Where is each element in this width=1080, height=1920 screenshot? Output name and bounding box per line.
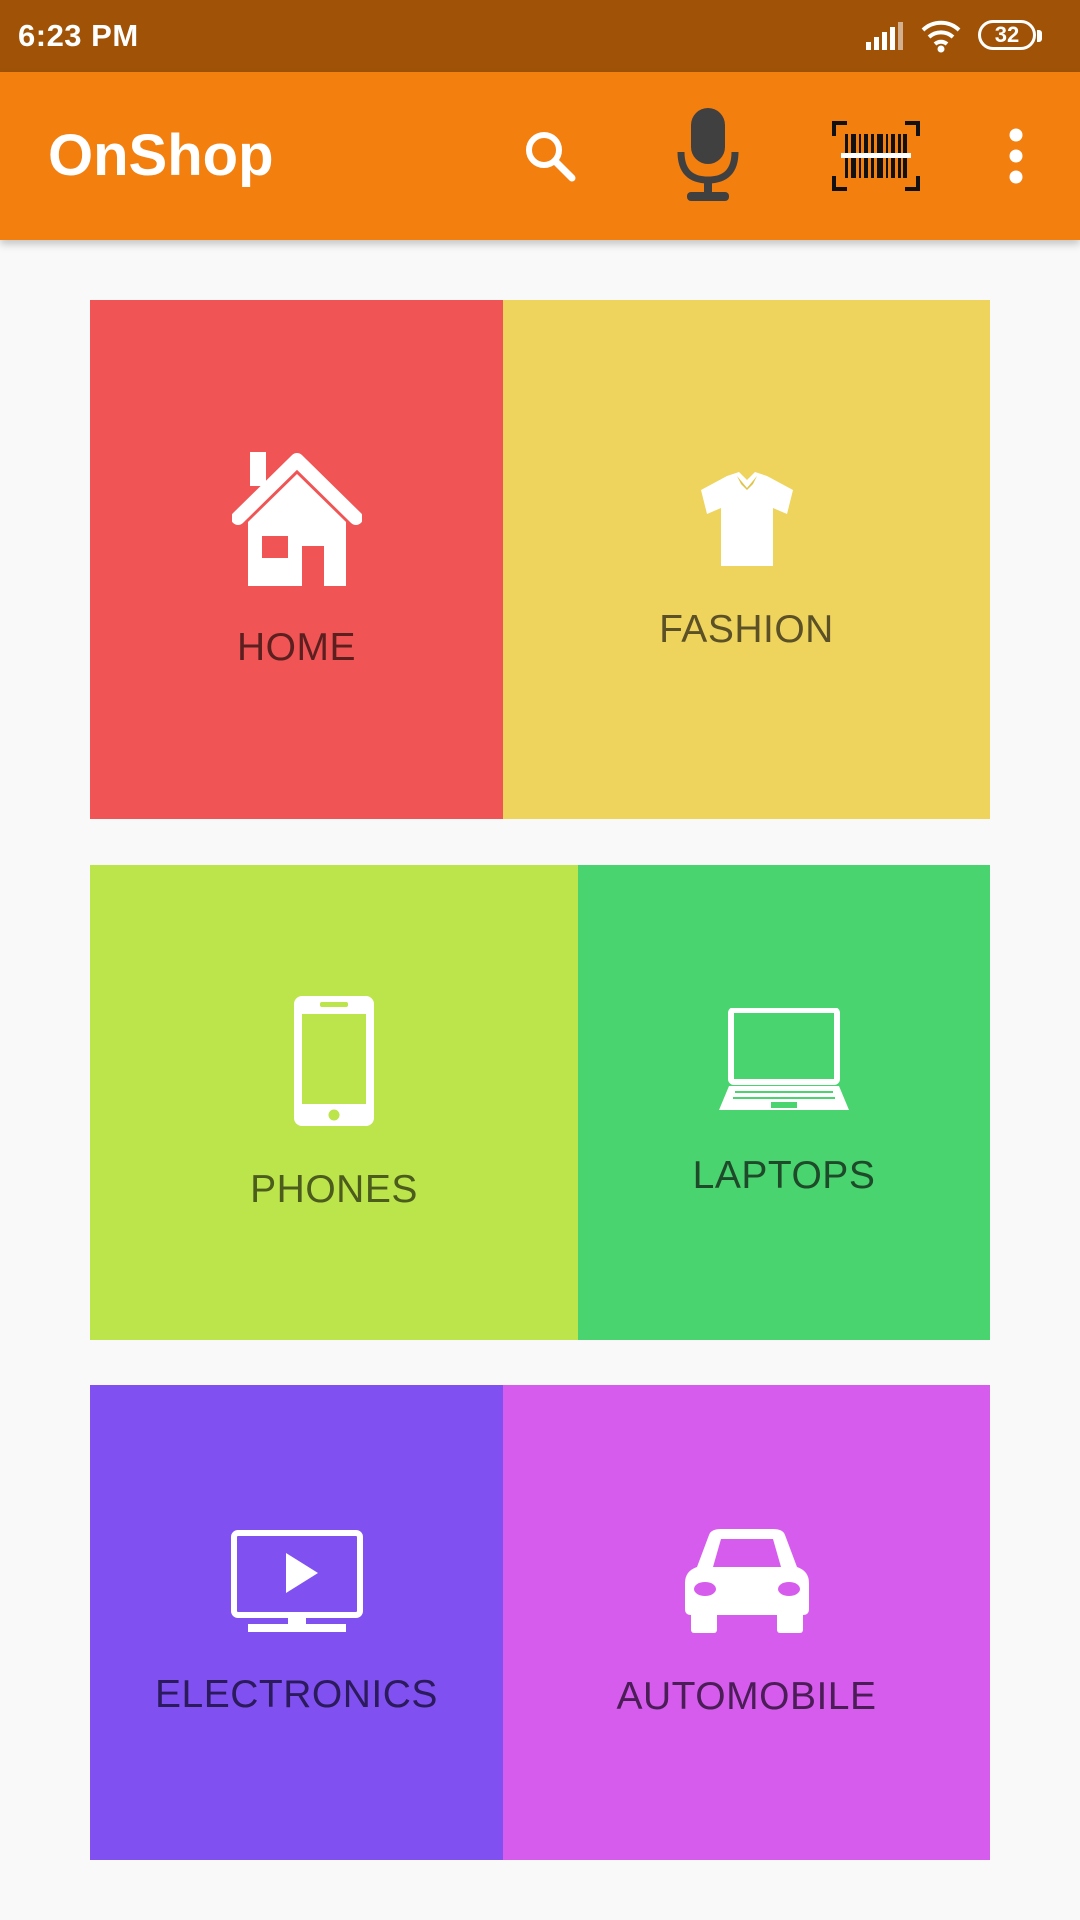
microphone-icon (677, 108, 739, 201)
smartphone-icon (294, 995, 374, 1126)
more-options-button[interactable] (986, 72, 1046, 240)
car-icon (684, 1528, 809, 1633)
tv-play-icon (230, 1529, 363, 1632)
barcode-scanner-icon (832, 121, 920, 191)
shirt-icon (700, 471, 793, 566)
category-tile-automobile[interactable]: AUTOMOBILE (503, 1385, 990, 1860)
status-icons: 32 (864, 0, 1064, 72)
search-button[interactable] (510, 72, 590, 240)
category-label-automobile: AUTOMOBILE (616, 1674, 877, 1718)
category-label-phones: PHONES (250, 1167, 418, 1211)
signal-icon (866, 22, 903, 50)
app-bar: OnShop (0, 72, 1080, 240)
battery-level: 32 (994, 22, 1020, 47)
status-bar: 6:23 PM 32 (0, 0, 1080, 72)
category-tile-phones[interactable]: PHONES (90, 865, 578, 1340)
status-time: 6:23 PM (18, 18, 139, 53)
app-title: OnShop (48, 123, 274, 188)
home-icon (231, 451, 362, 586)
category-label-electronics: ELECTRONICS (155, 1672, 438, 1716)
search-icon (526, 132, 576, 182)
category-tile-laptops[interactable]: LAPTOPS (578, 865, 990, 1340)
category-label-fashion: FASHION (659, 607, 834, 651)
wifi-icon (921, 20, 961, 53)
category-label-home: HOME (237, 625, 356, 669)
more-options-icon (1009, 128, 1023, 184)
category-tile-electronics[interactable]: ELECTRONICS (90, 1385, 503, 1860)
category-tile-home[interactable]: HOME (90, 300, 503, 819)
barcode-scan-button[interactable] (826, 72, 926, 240)
battery-icon: 32 (978, 20, 1042, 50)
category-label-laptops: LAPTOPS (692, 1153, 876, 1197)
voice-search-button[interactable] (660, 72, 756, 240)
laptop-icon (719, 1007, 849, 1110)
category-tile-fashion[interactable]: FASHION (503, 300, 990, 819)
